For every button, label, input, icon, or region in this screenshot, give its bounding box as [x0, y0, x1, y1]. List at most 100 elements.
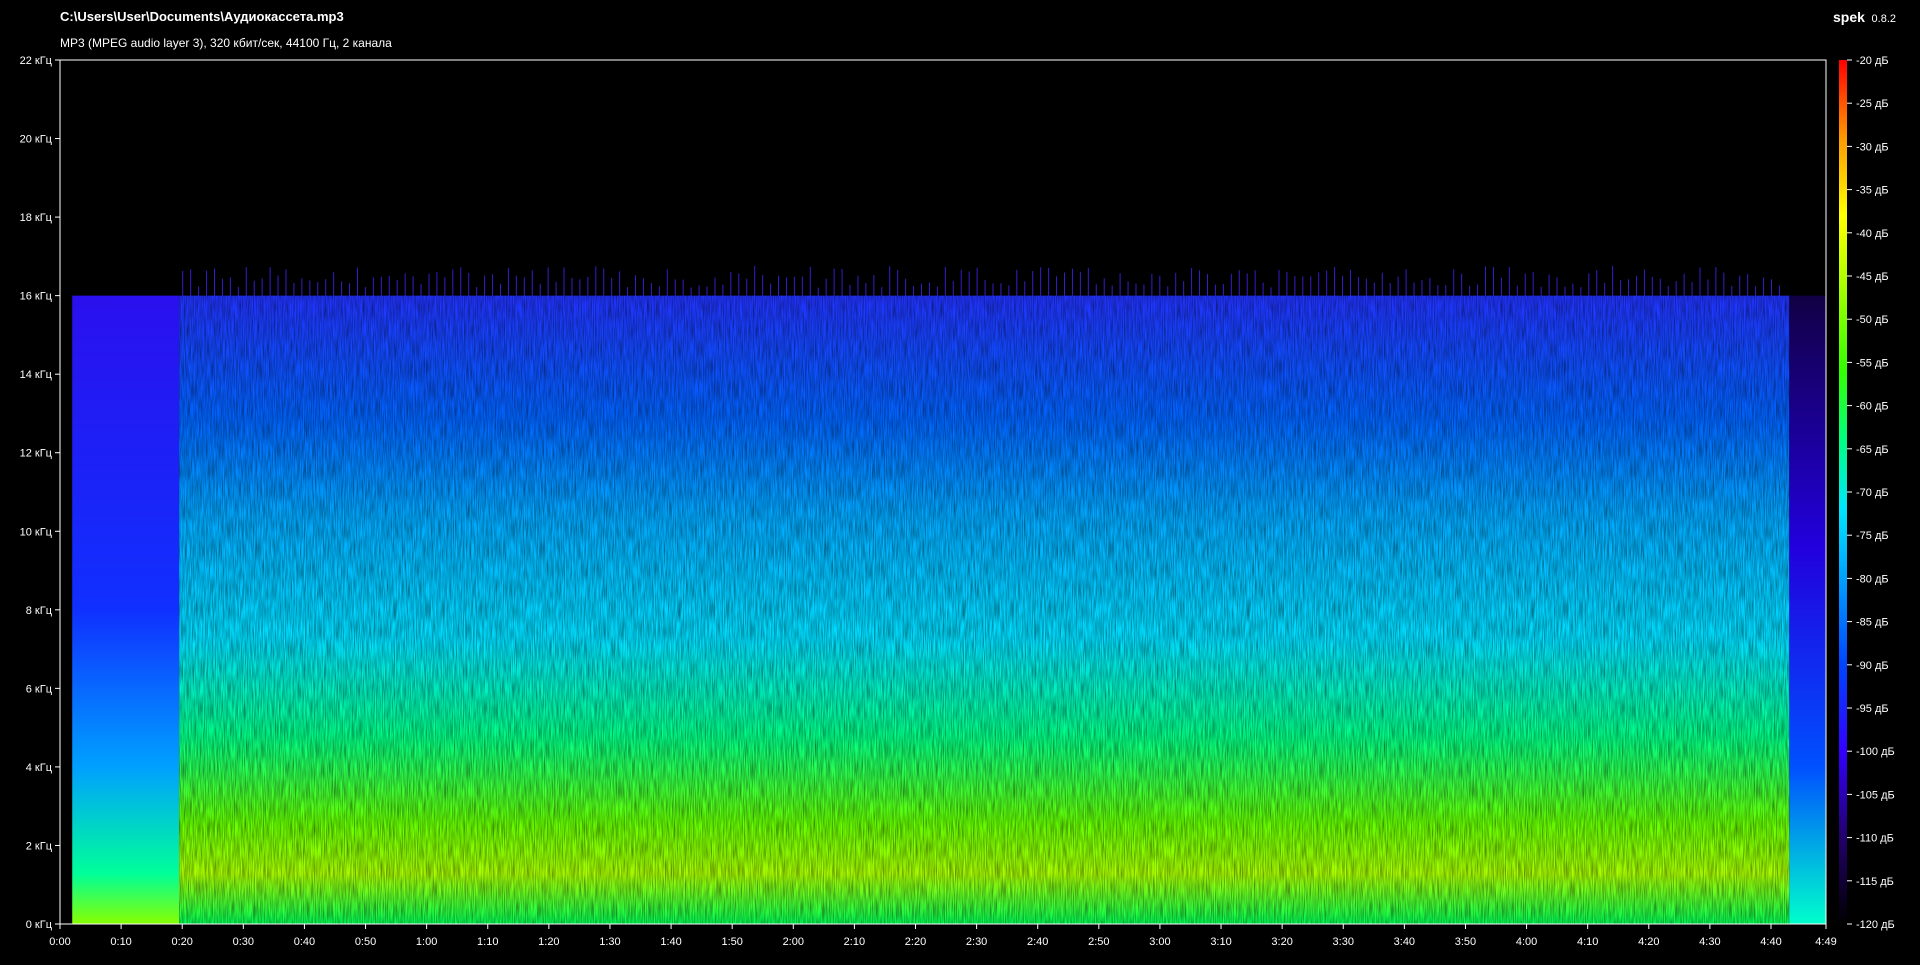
- fringe-spike: [1548, 274, 1550, 296]
- fringe-spike: [1389, 282, 1391, 296]
- colorbar-tick-label: -30 дБ: [1856, 141, 1889, 153]
- fringe-spike: [1175, 272, 1177, 296]
- fringe-spike: [237, 286, 239, 296]
- fringe-spike: [746, 278, 748, 296]
- fringe-spike: [539, 283, 541, 296]
- fringe-spike: [547, 267, 549, 296]
- fringe-spike: [579, 279, 581, 296]
- fringe-spike: [682, 279, 684, 296]
- fringe-spike: [245, 267, 247, 296]
- x-tick-label: 4:20: [1638, 936, 1659, 948]
- colorbar-tick-label: -50 дБ: [1856, 314, 1889, 326]
- fringe-spike: [206, 270, 208, 296]
- y-tick-label: 12 кГц: [20, 448, 53, 460]
- fringe-spike: [722, 284, 724, 296]
- colorbar-tick-label: -110 дБ: [1856, 833, 1894, 845]
- x-tick-label: 2:00: [783, 936, 804, 948]
- x-tick-label: 0:50: [355, 936, 376, 948]
- x-tick-label: 4:40: [1760, 936, 1781, 948]
- fringe-spike: [1071, 268, 1073, 296]
- fringe-spike: [261, 278, 263, 296]
- fringe-spike: [1381, 272, 1383, 296]
- colorbar-tick-label: -35 дБ: [1856, 185, 1889, 197]
- fringe-spike: [1596, 270, 1598, 296]
- fringe-spike: [1349, 269, 1351, 296]
- fringe-spike: [317, 282, 319, 296]
- fringe-spike: [587, 276, 589, 296]
- x-tick-label: 0:00: [49, 936, 70, 948]
- fringe-spike: [515, 275, 517, 296]
- fringe-spike: [301, 278, 303, 296]
- fringe-spike: [936, 286, 938, 296]
- fringe-spike: [380, 276, 382, 296]
- spectrogram-image: [60, 60, 1826, 924]
- fringe-spike: [1763, 277, 1765, 296]
- fringe-spike: [1040, 267, 1042, 296]
- x-tick-label: 1:20: [538, 936, 559, 948]
- fringe-spike: [523, 277, 525, 296]
- fringe-spike: [1357, 276, 1359, 296]
- fringe-spike: [1556, 277, 1558, 296]
- fringe-spike: [1413, 282, 1415, 296]
- fringe-spike: [1302, 276, 1304, 296]
- fringe-spike: [1286, 271, 1288, 296]
- x-tick-label: 0:40: [294, 936, 315, 948]
- fringe-spike: [1262, 282, 1264, 296]
- colorbar-tick-label: -120 дБ: [1856, 919, 1895, 931]
- y-tick-label: 18 кГц: [20, 212, 53, 224]
- colorbar-tick-label: -20 дБ: [1856, 55, 1889, 67]
- fringe-spike: [221, 278, 223, 296]
- fringe-spike: [1667, 285, 1669, 296]
- colorbar-tick-label: -105 дБ: [1856, 789, 1895, 801]
- fringe-spike: [1135, 283, 1137, 296]
- fringe-spike: [1214, 284, 1216, 296]
- fringe-spike: [452, 269, 454, 296]
- fringe-spike: [213, 268, 215, 296]
- y-tick-label: 4 кГц: [26, 762, 53, 774]
- fringe-spike: [1294, 276, 1296, 296]
- fringe-spike: [1206, 274, 1208, 296]
- fringe-spike: [571, 277, 573, 296]
- colorbar-tick-label: -85 дБ: [1856, 617, 1889, 629]
- x-tick-label: 1:30: [599, 936, 620, 948]
- y-tick-label: 20 кГц: [20, 134, 53, 146]
- fringe-spike: [984, 280, 986, 296]
- fringe-spike: [770, 283, 772, 296]
- fringe-spike: [1524, 273, 1526, 296]
- colorbar-tick-label: -25 дБ: [1856, 98, 1889, 110]
- fringe-spike: [1723, 272, 1725, 296]
- fringe-spike: [253, 280, 255, 296]
- x-tick-label: 0:30: [233, 936, 254, 948]
- fringe-spike: [809, 266, 811, 296]
- fringe-spike: [1564, 286, 1566, 296]
- fringe-spike: [635, 275, 637, 296]
- fringe-spike: [921, 283, 923, 296]
- fringe-spike: [1477, 284, 1479, 296]
- fringe-spike: [889, 266, 891, 296]
- fringe-spike: [833, 268, 835, 296]
- fringe-spike: [1119, 273, 1121, 296]
- fringe-spike: [460, 267, 462, 296]
- fringe-spike: [1516, 285, 1518, 296]
- x-tick-label: 3:10: [1210, 936, 1231, 948]
- fringe-spike: [619, 271, 621, 296]
- fringe-spike: [1747, 274, 1749, 296]
- fringe-spike: [349, 283, 351, 296]
- outro-region: [1789, 295, 1826, 924]
- fringe-spike: [841, 269, 843, 296]
- fringe-spike: [1588, 273, 1590, 296]
- fringe-spike: [182, 270, 184, 296]
- fringe-spike: [706, 286, 708, 296]
- fringe-spike: [1127, 281, 1129, 296]
- fringe-spike: [356, 267, 358, 296]
- fringe-spike: [730, 271, 732, 296]
- colorbar-tick-label: -90 дБ: [1856, 660, 1889, 672]
- colorbar-tick-label: -100 дБ: [1856, 746, 1895, 758]
- fringe-spike: [1755, 286, 1757, 296]
- fringe-spike: [1429, 277, 1431, 296]
- fringe-spike: [1707, 279, 1709, 296]
- fringe-spike: [690, 287, 692, 296]
- fringe-spike: [1643, 269, 1645, 296]
- fringe-spike: [817, 287, 819, 296]
- x-tick-label: 3:20: [1271, 936, 1292, 948]
